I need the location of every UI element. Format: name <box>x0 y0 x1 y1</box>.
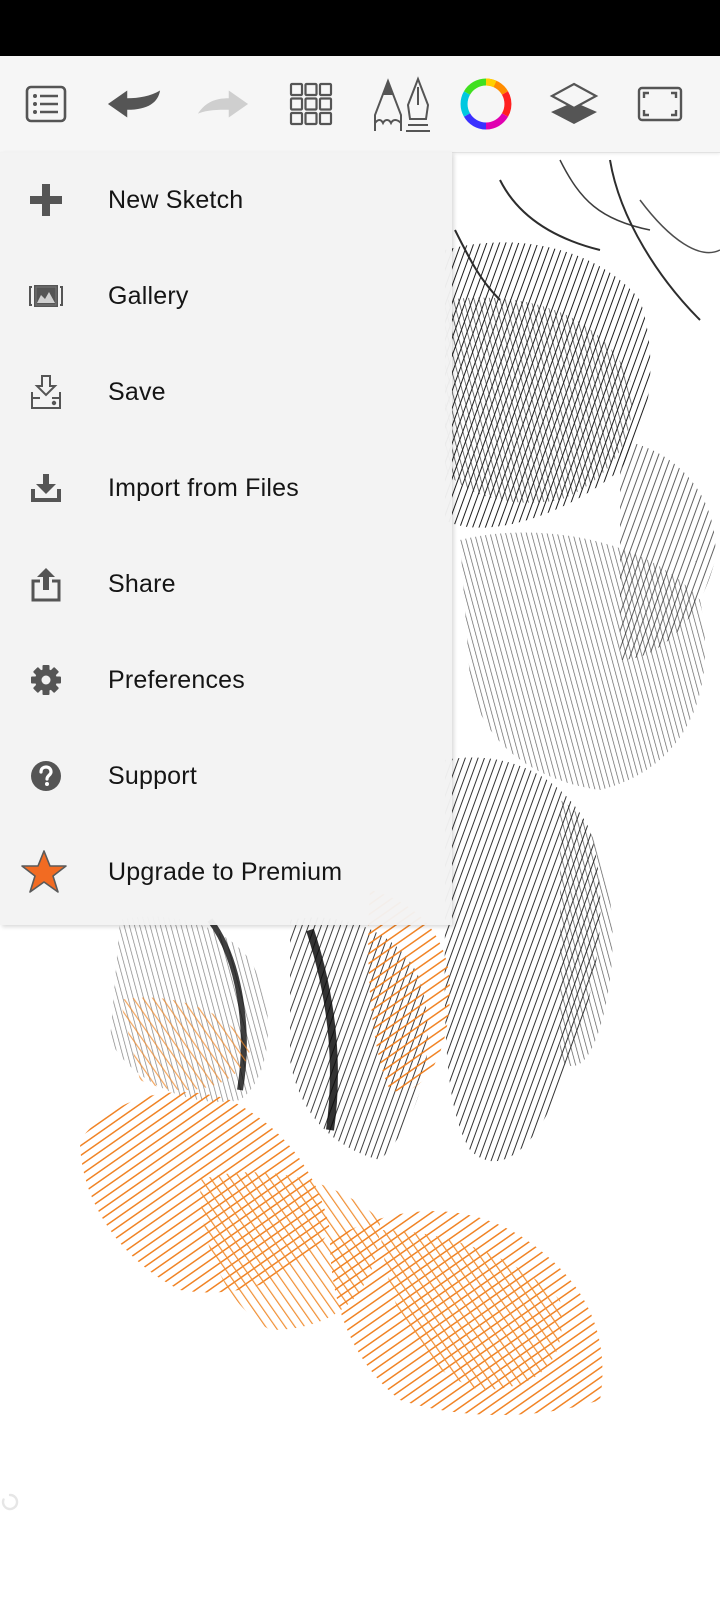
menu-item-label: Support <box>108 761 197 790</box>
menu-item-share[interactable]: Share <box>0 536 452 632</box>
undo-arrow-icon <box>107 90 161 118</box>
status-bar <box>0 0 720 56</box>
star-icon <box>20 848 68 896</box>
menu-item-import-from-files[interactable]: Import from Files <box>0 440 452 536</box>
menu-item-save[interactable]: Save <box>0 344 452 440</box>
menu-item-gallery[interactable]: Gallery <box>0 248 452 344</box>
menu-item-label: Preferences <box>108 665 245 694</box>
plus-icon <box>22 176 70 224</box>
menu-item-upgrade-to-premium[interactable]: Upgrade to Premium <box>0 824 452 920</box>
menu-button[interactable] <box>18 76 74 132</box>
menu-item-preferences[interactable]: Preferences <box>0 632 452 728</box>
main-menu: New Sketch Gallery Save Import from File… <box>0 152 452 925</box>
share-icon <box>22 560 70 608</box>
gallery-icon <box>22 272 70 320</box>
fullscreen-button[interactable] <box>632 76 688 132</box>
loading-spinner-icon <box>1 1493 19 1511</box>
help-icon <box>22 752 70 800</box>
pencil-pen-icon <box>374 76 430 132</box>
color-wheel-icon <box>460 78 512 130</box>
menu-item-support[interactable]: Support <box>0 728 452 824</box>
layers-button[interactable] <box>546 76 602 132</box>
save-icon <box>22 368 70 416</box>
list-menu-icon <box>25 85 67 123</box>
menu-item-label: Save <box>108 377 166 406</box>
color-button[interactable] <box>458 76 514 132</box>
brushes-button[interactable] <box>372 76 432 132</box>
menu-item-label: Share <box>108 569 176 598</box>
menu-item-new-sketch[interactable]: New Sketch <box>0 152 452 248</box>
redo-arrow-icon <box>197 90 249 118</box>
layers-icon <box>549 82 599 124</box>
menu-item-label: Gallery <box>108 281 189 310</box>
menu-item-label: New Sketch <box>108 185 244 214</box>
menu-item-label: Upgrade to Premium <box>108 857 343 886</box>
grid-icon <box>289 82 333 126</box>
undo-button[interactable] <box>106 76 162 132</box>
top-toolbar <box>0 56 720 153</box>
gear-icon <box>22 656 70 704</box>
menu-item-label: Import from Files <box>108 473 299 502</box>
toolbox-button[interactable] <box>283 76 339 132</box>
fullscreen-icon <box>637 86 683 122</box>
redo-button[interactable] <box>194 76 250 132</box>
import-icon <box>22 464 70 512</box>
